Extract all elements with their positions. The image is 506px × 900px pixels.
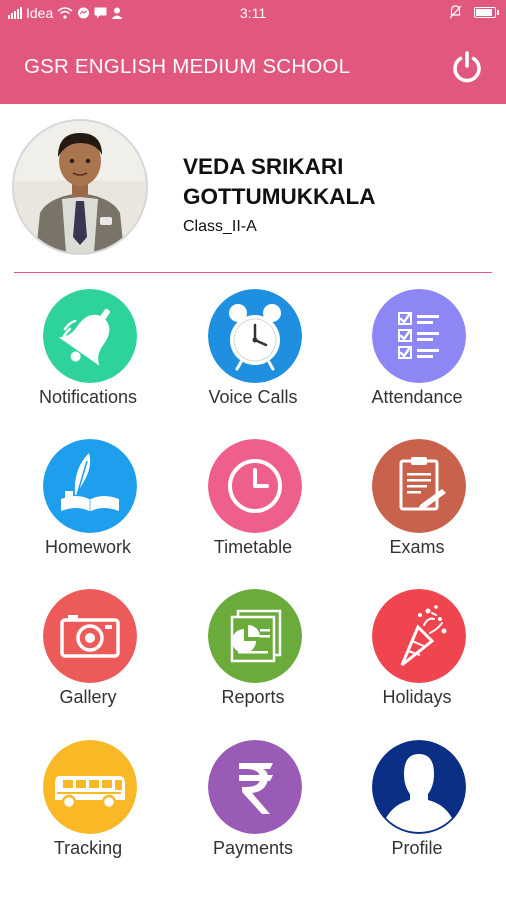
gallery-tile[interactable]: Gallery [6, 589, 170, 729]
holidays-tile[interactable]: Holidays [335, 589, 499, 729]
tracking-tile[interactable]: Tracking [6, 740, 170, 880]
power-button[interactable] [450, 50, 484, 84]
tracking-label: Tracking [53, 838, 123, 858]
checklist-icon [372, 289, 466, 383]
gallery-label: Gallery [59, 687, 117, 707]
clipboard-icon [372, 439, 466, 533]
profile-divider [14, 272, 492, 273]
payments-label: Payments [212, 838, 294, 858]
gallery-icon-circle [43, 589, 137, 683]
homework-icon-circle [43, 439, 137, 533]
reports-icon-circle [208, 589, 302, 683]
status-time: 3:11 [239, 5, 267, 21]
student-name: VEDA SRIKARI GOTTUMUKKALA [183, 154, 376, 209]
app-title: GSR ENGLISH MEDIUM SCHOOL [24, 55, 351, 78]
student-class: Class_II-A [183, 218, 257, 235]
reports-tile[interactable]: Reports [171, 589, 335, 729]
payments-icon-circle [208, 740, 302, 834]
timetable-icon-circle [208, 439, 302, 533]
silent-mode-icon [449, 5, 462, 19]
notifications-icon-circle [43, 289, 137, 383]
homework-label: Homework [44, 537, 132, 557]
attendance-icon-circle [372, 289, 466, 383]
timetable-tile[interactable]: Timetable [171, 439, 335, 579]
voice-calls-label: Voice Calls [208, 387, 298, 407]
party-popper-icon [372, 589, 466, 683]
profile-label: Profile [391, 838, 443, 858]
rupee-icon [208, 740, 302, 834]
bus-icon [43, 740, 137, 834]
holidays-icon-circle [372, 589, 466, 683]
status-bar: Idea 3:11 [0, 0, 506, 28]
exams-icon-circle [372, 439, 466, 533]
student-avatar [12, 119, 148, 255]
voice-calls-tile[interactable]: Voice Calls [171, 289, 335, 429]
reports-label: Reports [221, 687, 285, 707]
student-profile-card: VEDA SRIKARI GOTTUMUKKALA Class_II-A [0, 104, 506, 274]
tracking-icon-circle [43, 740, 137, 834]
clock-icon [208, 439, 302, 533]
alarm-clock-icon [208, 289, 302, 383]
bell-icon [43, 289, 137, 383]
timetable-label: Timetable [213, 537, 293, 557]
payments-tile[interactable]: Payments [171, 740, 335, 880]
exams-label: Exams [389, 537, 445, 557]
attendance-tile[interactable]: Attendance [335, 289, 499, 429]
app-bar: Idea 3:11 GSR ENGLISH MEDIUM SCHOOL [0, 0, 506, 104]
profile-tile[interactable]: Profile [335, 740, 499, 880]
profile-icon-circle [372, 740, 466, 834]
exams-tile[interactable]: Exams [335, 439, 499, 579]
camera-icon [43, 589, 137, 683]
reports-icon [208, 589, 302, 683]
book-quill-icon [43, 439, 137, 533]
voice-calls-icon-circle [208, 289, 302, 383]
homework-tile[interactable]: Homework [6, 439, 170, 579]
person-silhouette-icon [372, 740, 466, 834]
notifications-label: Notifications [38, 387, 138, 407]
battery-icon [474, 6, 499, 18]
holidays-label: Holidays [382, 687, 452, 707]
attendance-label: Attendance [371, 387, 463, 407]
notifications-tile[interactable]: Notifications [6, 289, 170, 429]
